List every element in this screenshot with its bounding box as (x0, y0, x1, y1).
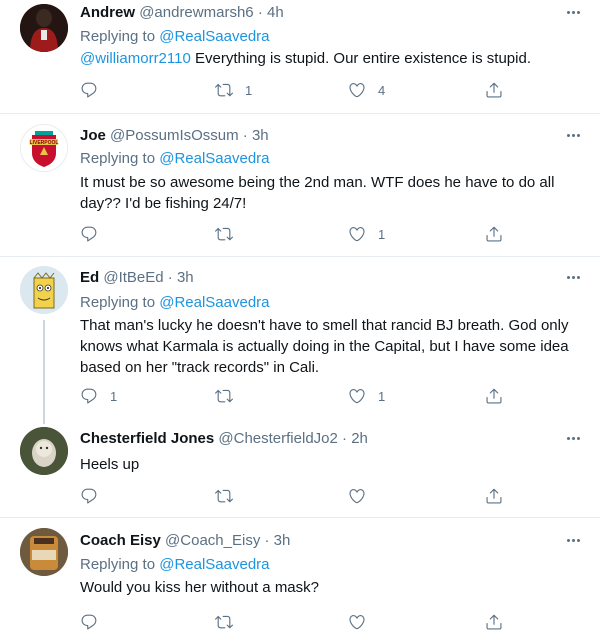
timestamp[interactable]: 4h (267, 4, 284, 21)
replying-to-link[interactable]: @RealSaavedra (159, 294, 269, 311)
timestamp[interactable]: 3h (177, 269, 194, 286)
reply-button[interactable] (80, 612, 110, 632)
retweet-icon (215, 225, 233, 243)
display-name[interactable]: Andrew (80, 4, 135, 21)
tweet-text: It must be so awesome being the 2nd man.… (80, 174, 555, 212)
reply-icon (80, 613, 98, 631)
replying-to-link[interactable]: @RealSaavedra (159, 150, 269, 167)
tweet-text: That man's lucky he doesn't have to smel… (80, 317, 569, 376)
separator: · (257, 4, 263, 21)
more-icon[interactable] (564, 268, 582, 286)
retweet-icon (215, 613, 233, 631)
separator: · (342, 430, 348, 447)
separator: · (264, 532, 270, 549)
timestamp[interactable]: 3h (274, 532, 291, 549)
heart-icon (348, 613, 366, 631)
separator: · (167, 269, 173, 286)
retweet-button[interactable] (215, 612, 245, 632)
handle[interactable]: @andrewmarsh6 (139, 4, 253, 21)
like-count: 1 (378, 388, 386, 404)
replying-label: Replying to (80, 294, 156, 311)
reply-button[interactable]: 1 (80, 386, 117, 406)
avatar[interactable] (20, 528, 68, 576)
replying-to-link[interactable]: @RealSaavedra (159, 556, 269, 573)
like-button[interactable] (348, 612, 378, 632)
more-icon[interactable] (564, 126, 582, 144)
reply-icon (80, 487, 98, 505)
share-button[interactable] (485, 80, 503, 100)
handle[interactable]: @ItBeEd (103, 269, 163, 286)
share-icon (485, 487, 503, 505)
like-button[interactable]: 4 (348, 80, 385, 100)
reply-button[interactable] (80, 224, 110, 244)
share-button[interactable] (485, 386, 503, 406)
display-name[interactable]: Joe (80, 127, 106, 144)
tweet-text: Heels up (80, 456, 140, 473)
timestamp[interactable]: 2h (351, 430, 368, 447)
reply-count: 1 (110, 388, 118, 404)
retweet-icon (215, 387, 233, 405)
like-count: 4 (378, 82, 386, 98)
display-name[interactable]: Chesterfield Jones (80, 430, 214, 447)
retweet-icon (215, 81, 233, 99)
more-icon[interactable] (564, 531, 582, 549)
reply-icon (80, 81, 98, 99)
like-button[interactable] (348, 486, 378, 506)
retweet-button[interactable] (215, 486, 245, 506)
heart-icon (348, 387, 366, 405)
avatar[interactable]: LIVERPOOL (20, 124, 68, 172)
handle[interactable]: @ChesterfieldJo2 (218, 430, 337, 447)
separator: · (242, 127, 248, 144)
avatar[interactable] (20, 427, 68, 475)
replying-label: Replying to (80, 150, 156, 167)
reply-icon (80, 387, 98, 405)
reply-button[interactable] (80, 486, 110, 506)
more-icon[interactable] (564, 429, 582, 447)
avatar[interactable] (20, 4, 68, 52)
tweet-text: Everything is stupid. Our entire existen… (195, 50, 531, 67)
replying-to-link[interactable]: @RealSaavedra (159, 28, 269, 45)
share-icon (485, 387, 503, 405)
like-button[interactable]: 1 (348, 224, 385, 244)
retweet-button[interactable] (215, 224, 245, 244)
retweet-icon (215, 487, 233, 505)
replying-label: Replying to (80, 556, 156, 573)
tweet-text: Would you kiss her without a mask? (80, 579, 319, 596)
display-name[interactable]: Ed (80, 269, 99, 286)
share-icon (485, 613, 503, 631)
tweet-chesterfield-jones[interactable]: Chesterfield Jones @ChesterfieldJo2 · 2h… (0, 417, 600, 515)
heart-icon (348, 81, 366, 99)
mention-link[interactable]: @williamorr2110 (80, 50, 191, 67)
share-icon (485, 225, 503, 243)
timestamp[interactable]: 3h (252, 127, 269, 144)
retweet-button[interactable]: 1 (215, 80, 252, 100)
tweet-andrew[interactable]: Andrew @andrewmarsh6 · 4h Replying to @R… (0, 0, 600, 110)
retweet-count: 1 (245, 82, 253, 98)
reply-icon (80, 225, 98, 243)
like-button[interactable]: 1 (348, 386, 385, 406)
tweet-ed[interactable]: Ed @ItBeEd · 3h Replying to @RealSaavedr… (0, 257, 600, 417)
reply-button[interactable] (80, 80, 110, 100)
heart-icon (348, 225, 366, 243)
retweet-button[interactable] (215, 386, 245, 406)
svg-text:LIVERPOOL: LIVERPOOL (30, 140, 59, 146)
handle[interactable]: @PossumIsOssum (110, 127, 239, 144)
heart-icon (348, 487, 366, 505)
more-icon[interactable] (564, 3, 582, 21)
share-button[interactable] (485, 612, 503, 632)
share-icon (485, 81, 503, 99)
handle[interactable]: @Coach_Eisy (165, 532, 260, 549)
share-button[interactable] (485, 486, 503, 506)
tweet-joe[interactable]: LIVERPOOL Joe @PossumIsOssum · 3h Replyi… (0, 114, 600, 256)
share-button[interactable] (485, 224, 503, 244)
replying-label: Replying to (80, 28, 156, 45)
tweet-coach-eisy[interactable]: Coach Eisy @Coach_Eisy · 3h Replying to … (0, 518, 600, 642)
display-name[interactable]: Coach Eisy (80, 532, 161, 549)
like-count: 1 (378, 226, 386, 242)
avatar[interactable] (20, 266, 68, 314)
